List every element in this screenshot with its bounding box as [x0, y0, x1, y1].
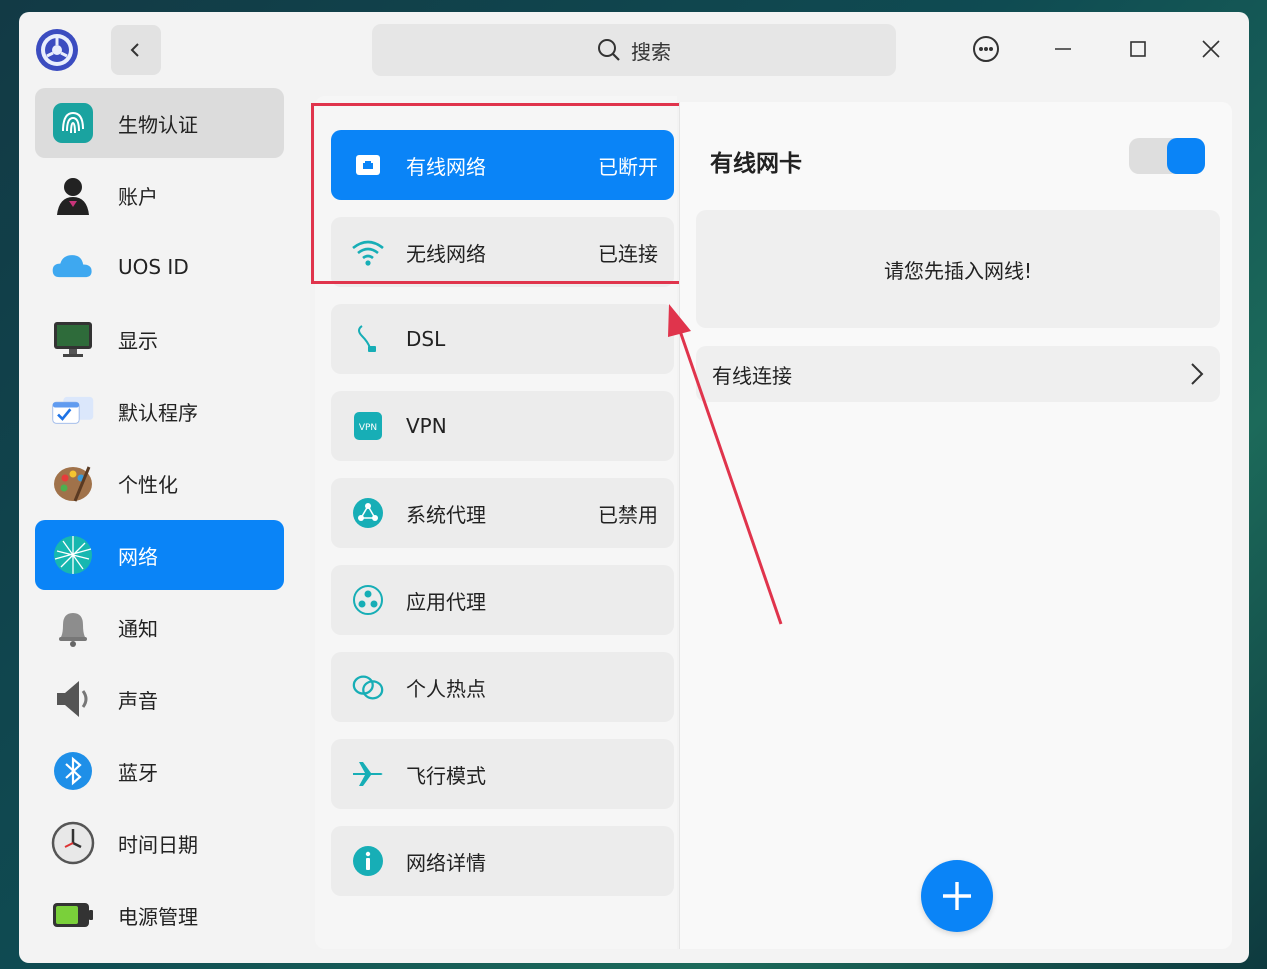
plug-in-cable-notice: 请您先插入网线! — [883, 258, 1033, 283]
dsl-cable-icon — [351, 322, 385, 356]
network-globe-icon — [51, 533, 95, 577]
sidebar-item-label: 电源管理 — [118, 904, 198, 929]
clock-icon — [51, 821, 95, 865]
sidebar-item-network[interactable]: 网络 — [35, 520, 284, 590]
sidebar-item-label: 通知 — [118, 616, 158, 641]
sidebar-item-sound[interactable]: 声音 — [35, 664, 284, 734]
svg-text:VPN: VPN — [359, 423, 377, 433]
hotspot-icon — [351, 670, 385, 704]
wired-adapter-toggle[interactable] — [1129, 138, 1205, 174]
sidebar-item-power[interactable]: 电源管理 — [35, 880, 284, 950]
sidebar-item-label: 显示 — [118, 328, 158, 353]
close-button[interactable] — [1195, 33, 1227, 65]
airplane-icon — [351, 757, 385, 791]
sidebar-item-label: UOS ID — [118, 255, 189, 279]
sidebar-item-label: 蓝牙 — [118, 760, 158, 785]
menu-item-hotspot[interactable]: 个人热点 — [331, 652, 674, 722]
menu-item-label: VPN — [406, 414, 447, 438]
notice-card: 请您先插入网线! — [696, 210, 1220, 328]
add-connection-button[interactable] — [921, 860, 993, 932]
minimize-button[interactable] — [1047, 33, 1079, 65]
minimize-icon — [1055, 48, 1071, 50]
wired-connection-label: 有线连接 — [712, 363, 792, 388]
menu-item-status: 已禁用 — [598, 502, 658, 527]
close-icon — [1202, 40, 1220, 58]
sidebar-item-personalization[interactable]: 个性化 — [35, 448, 284, 518]
menu-item-label: 应用代理 — [406, 589, 486, 614]
settings-window: 搜索 生物认证 账户 UOS ID 显示 默认程序 个性化 网络 通知 声音 蓝… — [19, 12, 1249, 963]
search-placeholder: 搜索 — [631, 39, 671, 64]
sidebar-item-account[interactable]: 账户 — [35, 160, 284, 230]
app-proxy-icon — [351, 583, 385, 617]
sidebar-item-display[interactable]: 显示 — [35, 304, 284, 374]
search-icon — [598, 39, 620, 61]
more-options-icon — [973, 36, 999, 62]
menu-item-app-proxy[interactable]: 应用代理 — [331, 565, 674, 635]
vpn-icon: VPN — [351, 409, 385, 443]
sidebar-item-label: 时间日期 — [118, 832, 198, 857]
bell-icon — [51, 605, 95, 649]
display-monitor-icon — [51, 317, 95, 361]
menu-item-network-details[interactable]: 网络详情 — [331, 826, 674, 896]
search-input[interactable]: 搜索 — [372, 24, 896, 76]
sidebar-item-default-apps[interactable]: 默认程序 — [35, 376, 284, 446]
palette-icon — [51, 461, 95, 505]
wired-connection-row[interactable]: 有线连接 — [696, 346, 1220, 402]
toggle-knob — [1167, 138, 1205, 174]
back-button[interactable] — [111, 25, 161, 75]
more-options-button[interactable] — [970, 33, 1002, 65]
speaker-icon — [51, 677, 95, 721]
menu-item-label: 飞行模式 — [406, 763, 486, 788]
app-logo-icon — [35, 28, 79, 72]
sidebar-item-datetime[interactable]: 时间日期 — [35, 808, 284, 878]
sidebar-item-label: 默认程序 — [118, 400, 198, 425]
maximize-button[interactable] — [1122, 33, 1154, 65]
menu-item-system-proxy[interactable]: 系统代理 已禁用 — [331, 478, 674, 548]
annotation-highlight-box — [311, 103, 687, 284]
fingerprint-icon — [51, 101, 95, 145]
menu-item-label: DSL — [406, 327, 446, 351]
sidebar-item-label: 网络 — [118, 544, 158, 569]
sidebar-item-biometric[interactable]: 生物认证 — [35, 88, 284, 158]
menu-item-label: 个人热点 — [406, 676, 486, 701]
sidebar-item-notification[interactable]: 通知 — [35, 592, 284, 662]
cloud-icon — [51, 245, 95, 289]
default-apps-icon — [51, 389, 95, 433]
battery-icon — [51, 893, 95, 937]
menu-item-airplane-mode[interactable]: 飞行模式 — [331, 739, 674, 809]
chevron-right-icon — [1191, 363, 1204, 385]
bluetooth-icon — [51, 749, 95, 793]
menu-item-vpn[interactable]: VPN VPN — [331, 391, 674, 461]
back-arrow-icon — [130, 43, 139, 57]
sidebar-item-label: 个性化 — [118, 472, 178, 497]
account-avatar-icon — [51, 173, 95, 217]
menu-item-label: 网络详情 — [406, 850, 486, 875]
system-proxy-icon — [351, 496, 385, 530]
info-icon — [351, 844, 385, 878]
sidebar-item-label: 声音 — [118, 688, 158, 713]
panel-title: 有线网卡 — [710, 151, 802, 177]
sidebar-item-label: 账户 — [118, 184, 158, 209]
sidebar-item-label: 生物认证 — [118, 112, 198, 137]
menu-item-label: 系统代理 — [406, 502, 486, 527]
plus-icon — [943, 882, 971, 910]
sidebar-item-uos-id[interactable]: UOS ID — [35, 232, 284, 302]
sidebar-item-bluetooth[interactable]: 蓝牙 — [35, 736, 284, 806]
wired-detail-panel: 有线网卡 请您先插入网线! 有线连接 — [679, 102, 1232, 949]
maximize-icon — [1130, 41, 1146, 57]
menu-item-dsl[interactable]: DSL — [331, 304, 674, 374]
